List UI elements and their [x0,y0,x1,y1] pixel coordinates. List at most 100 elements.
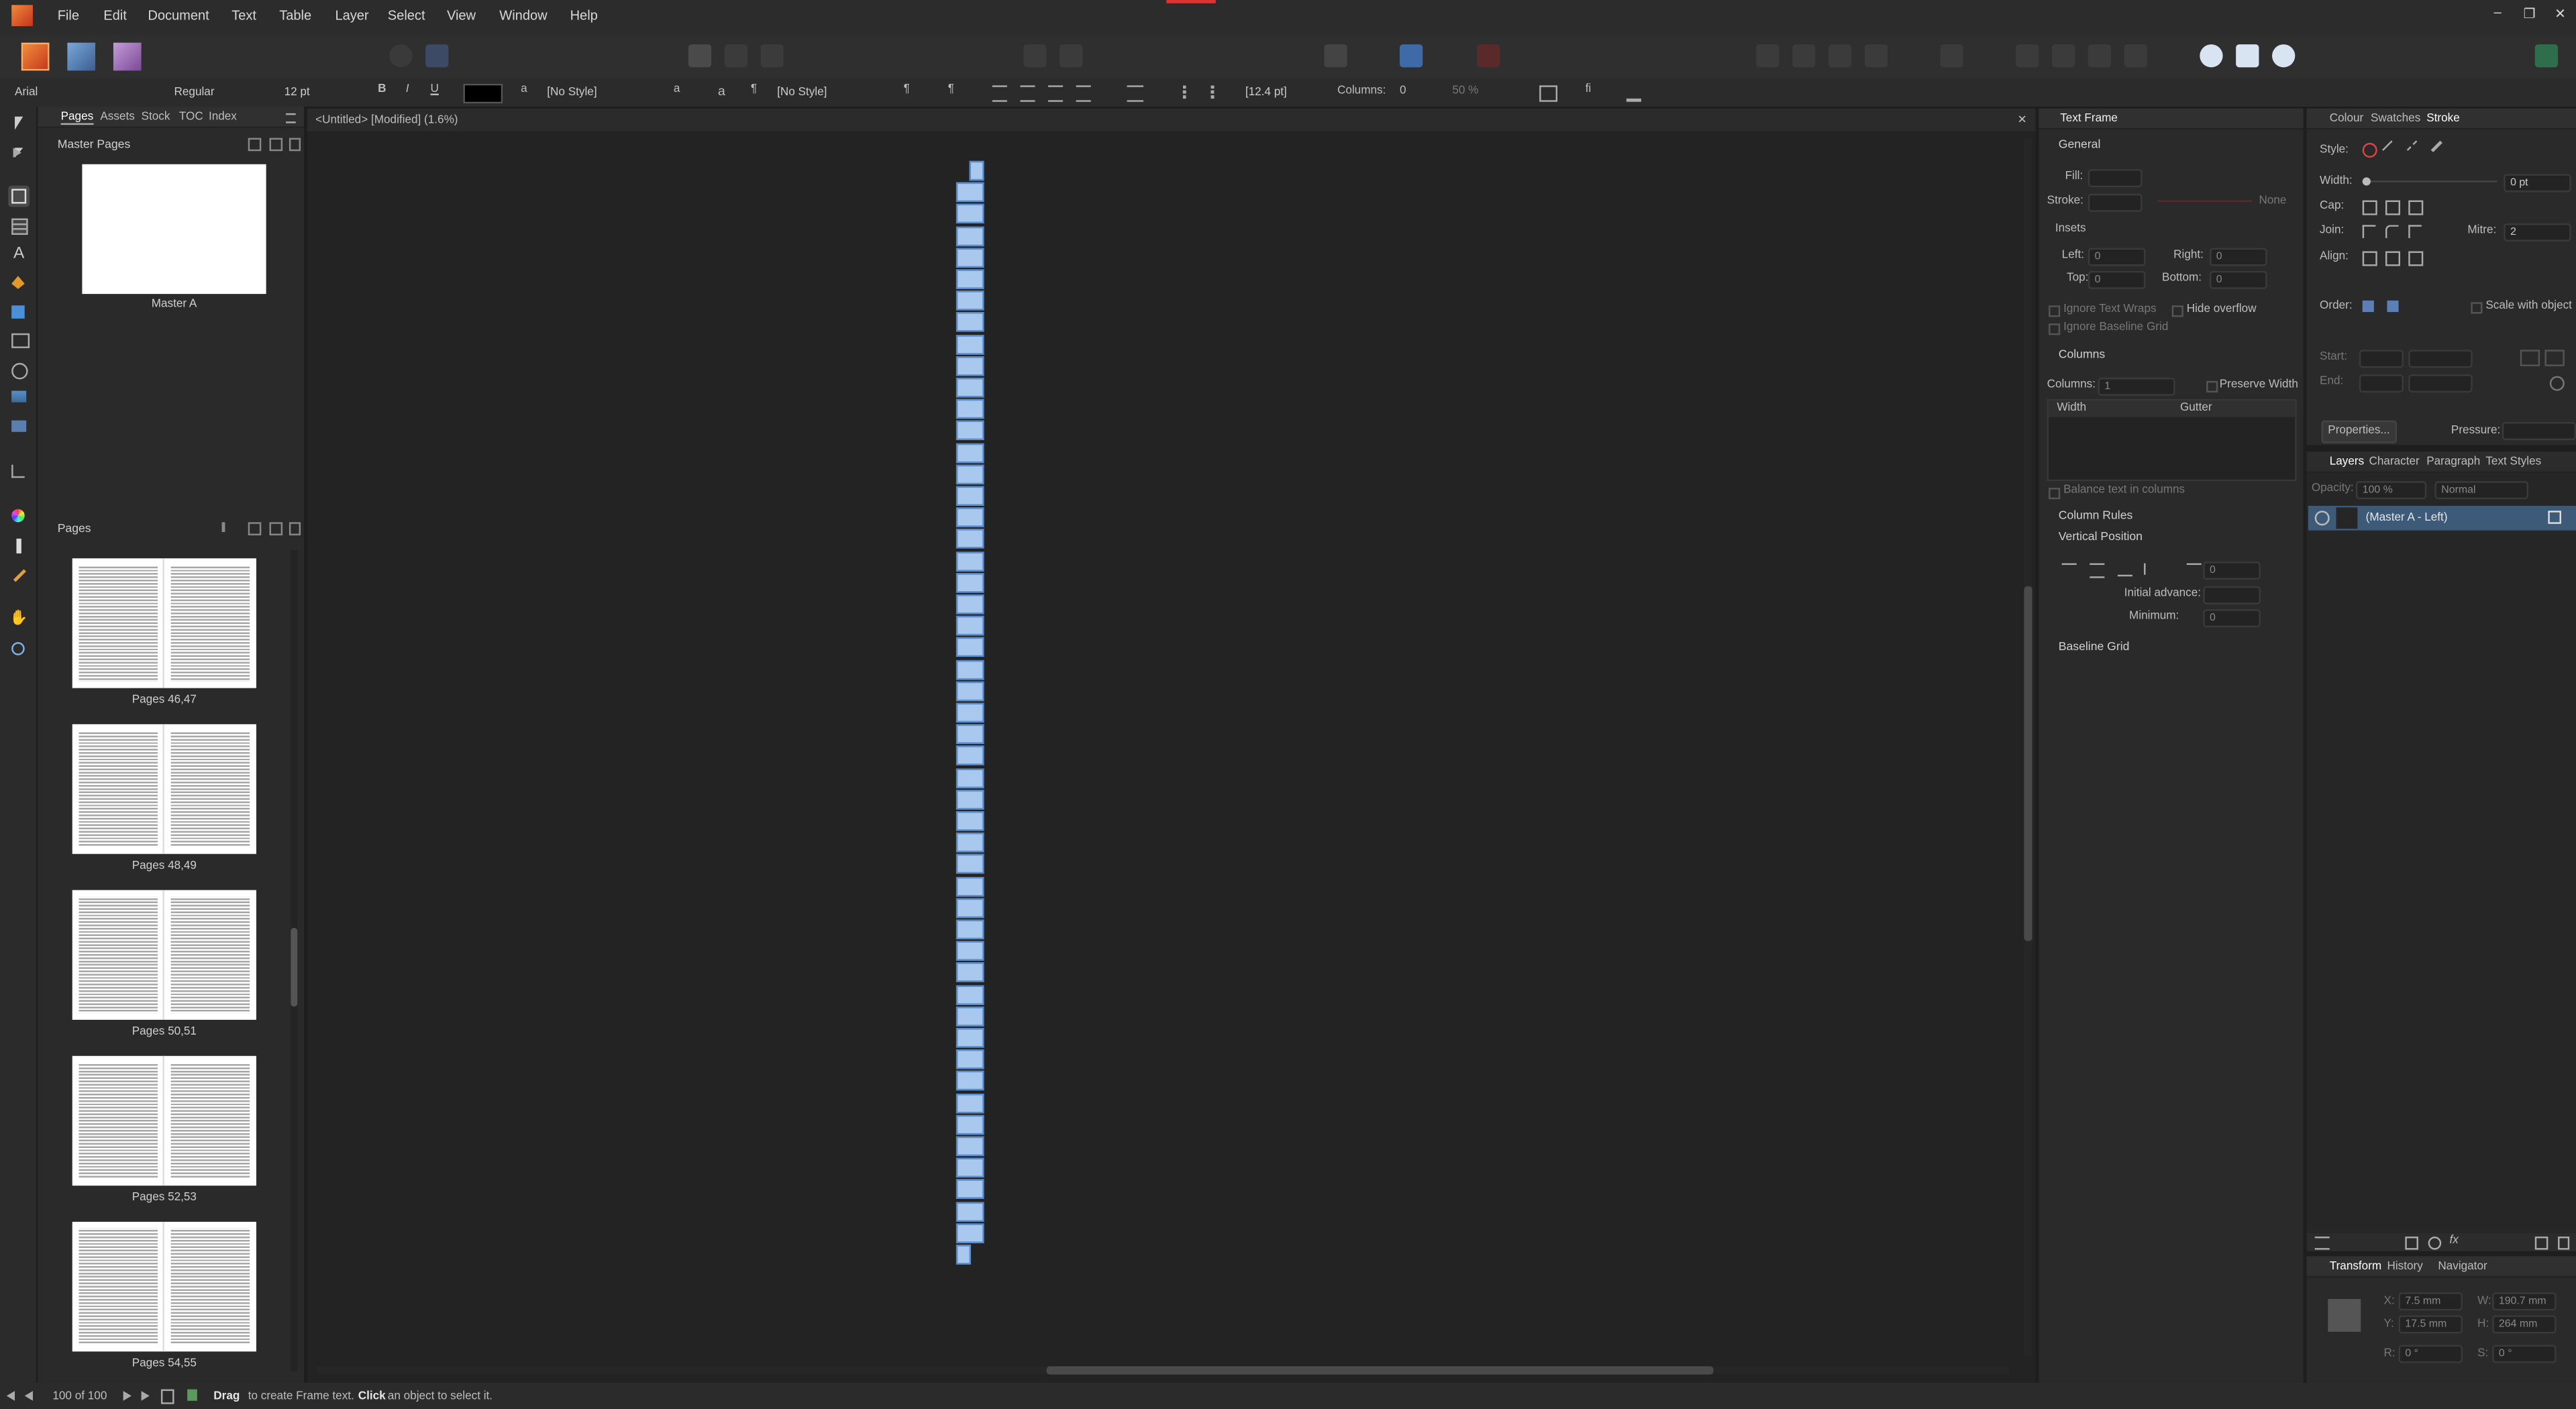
page-thumbnail[interactable] [72,1055,256,1186]
vertical-offset-input[interactable]: 0 [2203,562,2261,580]
last-page-icon[interactable] [141,1391,150,1401]
frame-text-tool-icon[interactable] [8,185,30,207]
initial-advance-select[interactable] [2203,586,2261,605]
justify-icon[interactable] [1076,85,1091,102]
anchor-point-selector[interactable] [2328,1299,2361,1332]
general-section[interactable]: General [2059,136,2101,151]
width-input[interactable]: 190.7 mm [2492,1292,2557,1311]
page-spread-cell[interactable] [956,1006,984,1027]
page-spread-cell[interactable] [956,572,984,593]
page-spread-cell[interactable] [956,551,984,571]
page-spread-cell[interactable] [956,334,984,354]
arrowhead-end-size[interactable] [2408,374,2473,393]
page-spread-cell[interactable] [956,898,984,918]
app-logo-icon[interactable] [11,5,33,27]
transform-icon[interactable] [1940,44,1963,68]
page-spread-cell[interactable] [956,616,984,636]
rotate-right-icon[interactable] [2124,44,2147,68]
tab-toc[interactable]: TOC [179,111,203,123]
tab-swatches[interactable]: Swatches [2371,113,2420,125]
master-page-thumbnail[interactable] [82,164,266,295]
align-center-icon[interactable] [1020,85,1035,102]
square-cap-icon[interactable] [2408,200,2424,215]
stroke-swatch[interactable] [2088,193,2143,212]
zoom-value[interactable]: 50 % [1452,85,1478,97]
mask-icon[interactable] [2405,1237,2418,1250]
tab-transform[interactable]: Transform [2330,1261,2381,1273]
preflight-icon[interactable] [389,44,413,68]
dashed-line-icon[interactable] [2406,140,2427,160]
page-spread-cell[interactable] [956,421,984,441]
bottom-inset-input[interactable]: 0 [2210,270,2267,289]
page-spread-cell[interactable] [956,681,984,701]
page-spread-cell[interactable] [956,811,984,831]
numbering-icon[interactable] [1210,85,1229,99]
table-tool-icon[interactable] [8,215,30,237]
preview-mode-icon[interactable] [1324,44,1347,68]
arrowhead-placement-icon[interactable] [2544,350,2565,366]
tab-pages[interactable]: Pages [60,111,94,125]
baseline-grid-section[interactable]: Baseline Grid [2059,639,2130,654]
arrow-down-icon[interactable] [1060,44,1083,68]
text-colour-swatch[interactable] [463,83,503,104]
page-spread-cell[interactable] [956,1245,971,1265]
rotation-input[interactable]: 0 ° [2398,1345,2463,1363]
frame-options-icon[interactable] [1539,85,1558,102]
page-spread-cell[interactable] [956,594,984,615]
paragraph-style-select[interactable]: [No Style] [772,84,881,102]
page-spread-cell[interactable] [956,1114,984,1135]
height-input[interactable]: 264 mm [2492,1315,2557,1334]
ligatures-button[interactable]: fi [1586,84,1592,95]
tab-colour[interactable]: Colour [2330,113,2363,125]
tab-history[interactable]: History [2387,1261,2422,1273]
colour-picker-tool-icon[interactable] [8,565,30,586]
page-box-icon[interactable] [688,44,712,68]
menu-edit[interactable]: Edit [103,8,127,23]
page-spread-cell[interactable] [956,1180,984,1200]
vertical-align-icon[interactable] [1127,85,1144,102]
page-spread-cell[interactable] [956,1071,984,1092]
vertical-scrollbar[interactable] [2024,138,2032,1357]
hand-tool-icon[interactable]: ✋ [8,609,30,631]
page-spread-cell[interactable] [956,1049,984,1069]
place-image-tool-icon[interactable] [8,388,30,409]
butt-cap-icon[interactable] [2362,200,2377,215]
align-inside-stroke-icon[interactable] [2385,251,2401,266]
top-inset-input[interactable]: 0 [2088,270,2146,289]
solid-line-icon[interactable] [2382,140,2402,160]
panel-menu-icon[interactable] [286,113,296,123]
fill-swatch[interactable] [2088,169,2143,188]
valign-offset-icon[interactable] [2186,563,2202,577]
stroke-behind-icon[interactable] [2362,300,2374,313]
tab-layers[interactable]: Layers [2330,456,2364,468]
page-spread-cell[interactable] [956,1222,984,1243]
page-spread-cell[interactable] [956,182,984,203]
page-spread-cell[interactable] [956,876,984,896]
page-thumbnail[interactable] [72,558,256,688]
page-thumbnail[interactable] [72,724,256,854]
page-spread-cell[interactable] [956,464,984,484]
delete-master-icon[interactable] [289,138,301,152]
minimize-button[interactable]: – [2494,5,2502,19]
duplicate-page-icon[interactable] [269,522,283,535]
align-center-stroke-icon[interactable] [2362,251,2377,266]
page-thumbnail[interactable] [72,1221,256,1352]
spread-view-icon[interactable] [160,1389,174,1404]
page-spread-cell[interactable] [956,529,984,550]
prev-page-icon[interactable] [24,1391,33,1401]
align-outside-stroke-icon[interactable] [2408,251,2424,266]
menu-view[interactable]: View [447,8,476,23]
snapping-icon[interactable] [1477,44,1500,68]
page-spread-cell[interactable] [956,941,984,961]
tab-character[interactable]: Character [2369,456,2420,468]
view-mode-icon[interactable] [1399,44,1423,68]
page-spread-cell[interactable] [956,248,984,268]
page-spread-cell[interactable] [956,377,984,398]
pressure-graph[interactable] [2502,422,2576,440]
bold-button[interactable]: B [378,84,386,95]
menu-select[interactable]: Select [388,8,425,23]
valign-center-icon[interactable] [2090,563,2105,578]
page-spread-cell[interactable] [956,225,984,246]
x-position-input[interactable]: 7.5 mm [2398,1292,2463,1311]
layer-stack-icon[interactable] [2314,1237,2330,1250]
